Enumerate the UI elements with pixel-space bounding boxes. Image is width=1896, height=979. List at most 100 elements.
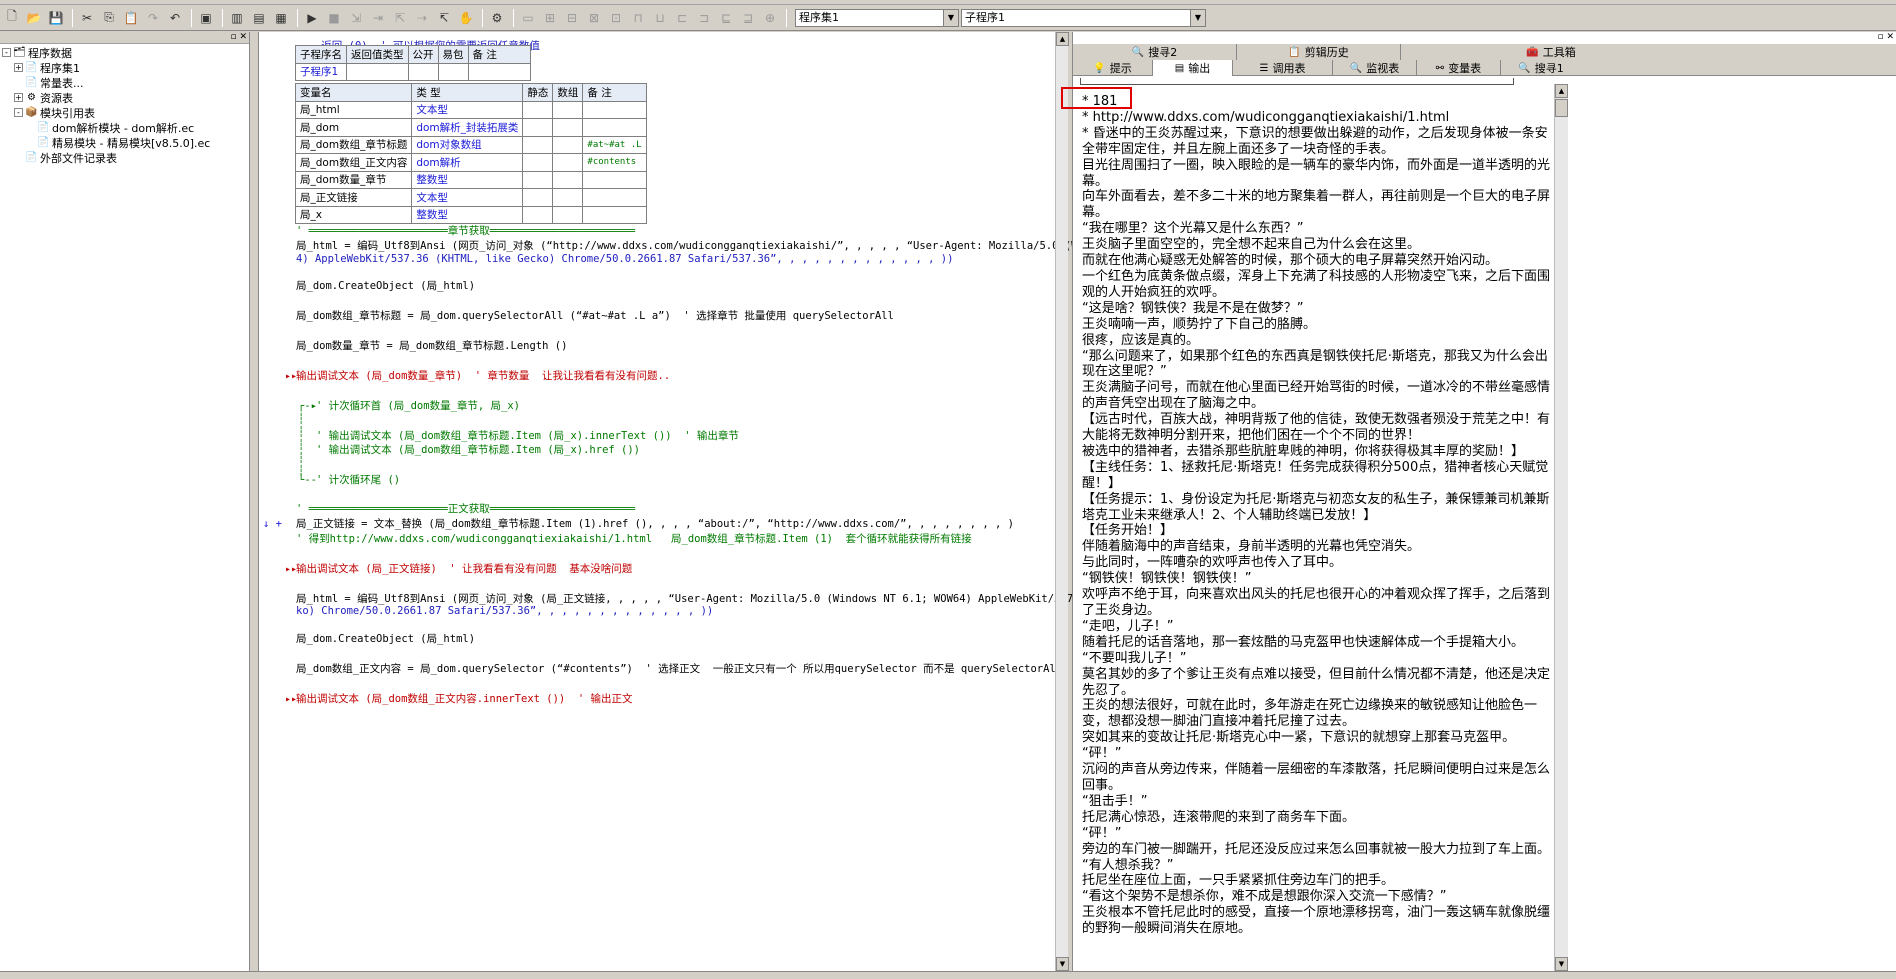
tree-item[interactable]: + 📄 程序集1 — [0, 60, 249, 75]
table-cell[interactable] — [582, 188, 647, 207]
table-cell[interactable] — [552, 205, 584, 224]
code-line[interactable]: 输出调试文本 (局_正文链接) ' 让我看看有没有问题 基本没啥问题 — [296, 563, 632, 576]
table-row[interactable]: 局_dom dom解析_封装拓展类 — [294, 118, 647, 137]
table-cell[interactable] — [552, 188, 584, 207]
find-icon[interactable]: ▣ — [196, 8, 216, 28]
pane-close-icon[interactable]: ▫ ✕ — [1877, 32, 1894, 42]
table-row[interactable]: 局_x 整数型 — [294, 205, 647, 224]
table-cell[interactable] — [582, 100, 647, 119]
output-scrollbar[interactable]: ▲ ▼ — [1554, 84, 1568, 971]
table-cell[interactable] — [522, 118, 554, 137]
table-cell[interactable] — [407, 62, 439, 81]
chevron-down-icon[interactable]: ▼ — [1190, 9, 1205, 26]
code-line[interactable]: 局_dom.CreateObject (局_html) — [296, 280, 475, 293]
tab-search2[interactable]: 🔍 搜寻2 — [1073, 44, 1237, 60]
align-12-icon[interactable]: ⊕ — [760, 8, 780, 28]
tab-output[interactable]: ▤ 输出 — [1153, 60, 1233, 76]
step-into-icon[interactable]: ⇲ — [346, 8, 366, 28]
scroll-thumb[interactable] — [1555, 99, 1568, 117]
align-4-icon[interactable]: ⊠ — [584, 8, 604, 28]
table-cell[interactable]: #at~#at .L — [582, 135, 647, 154]
scroll-down-icon[interactable]: ▼ — [1056, 957, 1069, 971]
debug-output-text[interactable]: * 181 * http://www.ddxs.com/wudicongganqt… — [1082, 93, 1554, 937]
copy-icon[interactable]: ⎘ — [99, 8, 119, 28]
table-cell[interactable] — [552, 100, 584, 119]
scroll-down-icon[interactable]: ▼ — [1555, 957, 1568, 971]
table-cell[interactable]: 局_html — [294, 100, 413, 119]
align-7-icon[interactable]: ⊔ — [650, 8, 670, 28]
table-row[interactable]: 局_dom数组_正文内容 dom解析 #contents — [294, 153, 647, 172]
layout-1-icon[interactable]: ▥ — [227, 8, 247, 28]
table-cell[interactable]: 子程序1 — [295, 62, 347, 81]
pane-close-icon[interactable]: ▫ ✕ — [230, 32, 247, 42]
cut-icon[interactable]: ✂ — [77, 8, 97, 28]
table-cell[interactable]: #contents — [582, 153, 647, 172]
run-icon[interactable]: ▶ — [302, 8, 322, 28]
collapse-icon[interactable]: - — [2, 48, 11, 57]
align-6-icon[interactable]: ⊓ — [628, 8, 648, 28]
redo-icon[interactable]: ↷ — [143, 8, 163, 28]
table-cell[interactable] — [437, 62, 469, 81]
table-cell[interactable]: dom对象数组 — [411, 135, 524, 154]
tree-item[interactable]: - 🗂 程序数据 — [0, 45, 249, 60]
layout-2-icon[interactable]: ▤ — [249, 8, 269, 28]
table-cell[interactable]: 文本型 — [411, 188, 524, 207]
breakpoint-icon[interactable]: ↸ — [434, 8, 454, 28]
table-row[interactable]: 局_正文链接 文本型 — [294, 188, 647, 207]
code-line[interactable]: 输出调试文本 (局_dom数组_正文内容.innerText ()) ' 输出正… — [296, 693, 633, 706]
table-cell[interactable] — [552, 118, 584, 137]
table-cell[interactable]: 局_正文链接 — [294, 188, 413, 207]
hand-icon[interactable]: ✋ — [456, 8, 476, 28]
table-cell[interactable] — [522, 100, 554, 119]
table-row[interactable]: 局_dom数组_章节标题 dom对象数组 #at~#at .L — [294, 135, 647, 154]
table-cell[interactable] — [552, 170, 584, 189]
align-9-icon[interactable]: ⊐ — [694, 8, 714, 28]
table-cell[interactable] — [582, 205, 647, 224]
tree-item[interactable]: 📄 常量表... — [0, 75, 249, 90]
table-cell[interactable] — [522, 188, 554, 207]
table-cell[interactable]: 局_dom — [294, 118, 413, 137]
code-line[interactable]: ' 输出调试文本 (局_dom数组_章节标题.Item (局_x).innerT… — [316, 430, 739, 443]
undo-icon[interactable]: ↶ — [165, 8, 185, 28]
table-cell[interactable] — [582, 118, 647, 137]
code-line[interactable]: ' 得到http://www.ddxs.com/wudicongganqtiex… — [296, 533, 972, 546]
scroll-up-icon[interactable]: ▲ — [1555, 84, 1568, 98]
table-cell[interactable] — [522, 205, 554, 224]
align-2-icon[interactable]: ⊞ — [540, 8, 560, 28]
tab-toolbox[interactable]: 🧰 工具箱 — [1401, 44, 1701, 60]
assembly-select[interactable]: 程序集1 ▼ — [795, 8, 959, 27]
run-to-cursor-icon[interactable]: ⇢ — [412, 8, 432, 28]
code-line[interactable]: 局_dom数组_正文内容 = 局_dom.querySelector (“#co… — [296, 663, 1062, 676]
tree-item[interactable]: + ⚙ 资源表 — [0, 90, 249, 105]
code-line[interactable]: 输出调试文本 (局_dom数量_章节) ' 章节数量 让我让我看看有没有问题.. — [296, 370, 670, 383]
table-cell[interactable] — [522, 135, 554, 154]
code-line[interactable]: ko) Chrome/50.0.2661.87 Safari/537.36”, … — [296, 605, 713, 618]
table-row[interactable]: 局_dom数量_章节 整数型 — [294, 170, 647, 189]
code-line[interactable]: 局_dom数量_章节 = 局_dom数组_章节标题.Length () — [296, 340, 567, 353]
scroll-up-icon[interactable]: ▲ — [1056, 32, 1069, 46]
table-cell[interactable] — [467, 62, 531, 81]
open-folder-icon[interactable]: 📂 — [24, 8, 44, 28]
layout-3-icon[interactable]: ▦ — [271, 8, 291, 28]
code-line[interactable]: ' 计次循环首 (局_dom数量_章节, 局_x) — [316, 400, 520, 413]
code-scrollbar[interactable]: ▲ ▼ — [1055, 32, 1069, 971]
table-cell[interactable]: dom解析_封装拓展类 — [411, 118, 524, 137]
table-cell[interactable] — [552, 135, 584, 154]
chevron-down-icon[interactable]: ▼ — [943, 9, 958, 26]
code-line[interactable]: ' 输出调试文本 (局_dom数组_章节标题.Item (局_x).href (… — [316, 444, 640, 457]
code-line[interactable]: 局_dom.CreateObject (局_html) — [296, 633, 475, 646]
step-out-icon[interactable]: ⇱ — [390, 8, 410, 28]
table-cell[interactable]: 整数型 — [411, 170, 524, 189]
tab-watch[interactable]: 🔍 监视表 — [1333, 60, 1417, 76]
tab-clip-history[interactable]: 📋 剪辑历史 — [1237, 44, 1401, 60]
expand-icon[interactable]: + — [14, 93, 23, 102]
tree-item[interactable]: 📄 精易模块 - 精易模块[v8.5.0].ec — [0, 135, 249, 150]
tab-hint[interactable]: 💡 提示 — [1073, 60, 1153, 76]
table-cell[interactable] — [522, 170, 554, 189]
table-cell[interactable] — [552, 153, 584, 172]
align-3-icon[interactable]: ⊟ — [562, 8, 582, 28]
table-cell[interactable]: 局_x — [294, 205, 413, 224]
subroutine-select[interactable]: 子程序1 ▼ — [961, 8, 1206, 27]
table-cell[interactable]: 局_dom数组_正文内容 — [294, 153, 413, 172]
table-cell[interactable]: 局_dom数量_章节 — [294, 170, 413, 189]
